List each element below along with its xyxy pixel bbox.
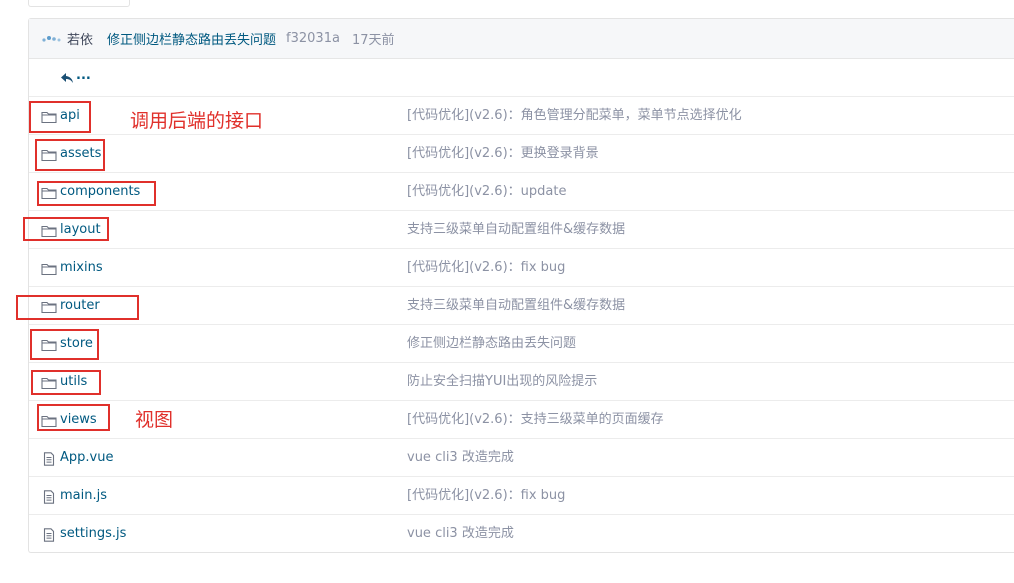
file-icon — [41, 527, 57, 542]
parent-directory-row[interactable]: ... — [29, 58, 1014, 97]
entry-commit-message[interactable]: 支持三级菜单自动配置组件&缓存数据 — [407, 287, 625, 325]
highlight-box-store — [30, 329, 99, 360]
commit-message[interactable]: 修正侧边栏静态路由丢失问题 — [107, 29, 276, 48]
file-row[interactable]: App.vue vue cli3 改造完成 — [29, 439, 1014, 477]
folder-icon — [41, 261, 57, 276]
file-row[interactable]: settings.js vue cli3 改造完成 — [29, 515, 1014, 553]
file-icon — [41, 451, 57, 466]
entry-name[interactable]: mixins — [60, 249, 103, 287]
folder-row[interactable]: views [代码优化](v2.6)：支持三级菜单的页面缓存 — [29, 401, 1014, 439]
annotation-api: 调用后端的接口 — [130, 110, 264, 132]
latest-commit-bar: 若依 修正侧边栏静态路由丢失问题 f32031a 17天前 — [29, 19, 1014, 59]
entry-commit-message[interactable]: [代码优化](v2.6)：update — [407, 173, 566, 211]
commit-time: 17天前 — [351, 33, 395, 48]
back-arrow-icon — [60, 70, 74, 84]
highlight-box-layout — [23, 217, 109, 241]
author-avatar-icon — [41, 31, 63, 47]
entry-commit-message[interactable]: vue cli3 改造完成 — [407, 439, 514, 477]
entry-commit-message[interactable]: 支持三级菜单自动配置组件&缓存数据 — [407, 211, 625, 249]
folder-row[interactable]: assets [代码优化](v2.6)：更换登录背景 — [29, 135, 1014, 173]
highlight-box-utils — [31, 370, 101, 395]
folder-row[interactable]: layout 支持三级菜单自动配置组件&缓存数据 — [29, 211, 1014, 249]
folder-row[interactable]: mixins [代码优化](v2.6)：fix bug — [29, 249, 1014, 287]
commit-hash[interactable]: f32031a — [286, 31, 340, 46]
entry-commit-message[interactable]: 修正侧边栏静态路由丢失问题 — [407, 325, 576, 363]
entry-commit-message[interactable]: [代码优化](v2.6)：fix bug — [407, 477, 565, 515]
entry-commit-message[interactable]: [代码优化](v2.6)：fix bug — [407, 249, 565, 287]
entry-commit-message[interactable]: vue cli3 改造完成 — [407, 515, 514, 553]
entry-name[interactable]: main.js — [60, 477, 107, 515]
highlight-box-router — [16, 295, 139, 320]
commit-author[interactable]: 若依 — [67, 29, 93, 48]
folder-row[interactable]: utils 防止安全扫描YUI出现的风险提示 — [29, 363, 1014, 401]
folder-row[interactable]: router 支持三级菜单自动配置组件&缓存数据 — [29, 287, 1014, 325]
entry-commit-message[interactable]: [代码优化](v2.6)：支持三级菜单的页面缓存 — [407, 401, 664, 439]
entry-name[interactable]: settings.js — [60, 515, 126, 553]
file-browser-panel: 若依 修正侧边栏静态路由丢失问题 f32031a 17天前 ... api [代码… — [28, 18, 1014, 553]
file-row[interactable]: main.js [代码优化](v2.6)：fix bug — [29, 477, 1014, 515]
entry-commit-message[interactable]: [代码优化](v2.6)：角色管理分配菜单，菜单节点选择优化 — [407, 97, 742, 135]
folder-row[interactable]: components [代码优化](v2.6)：update — [29, 173, 1014, 211]
parent-directory-link[interactable]: ... — [76, 58, 91, 94]
highlight-box-components — [37, 181, 156, 206]
file-icon — [41, 489, 57, 504]
highlight-box-api — [29, 101, 91, 133]
highlight-box-assets — [35, 139, 105, 171]
entry-name[interactable]: App.vue — [60, 439, 113, 477]
entry-commit-message[interactable]: [代码优化](v2.6)：更换登录背景 — [407, 135, 599, 173]
annotation-views: 视图 — [135, 409, 174, 431]
highlight-box-views — [37, 404, 110, 431]
entry-commit-message[interactable]: 防止安全扫描YUI出现的风险提示 — [407, 363, 597, 401]
top-tab — [28, 0, 130, 7]
folder-row[interactable]: store 修正侧边栏静态路由丢失问题 — [29, 325, 1014, 363]
